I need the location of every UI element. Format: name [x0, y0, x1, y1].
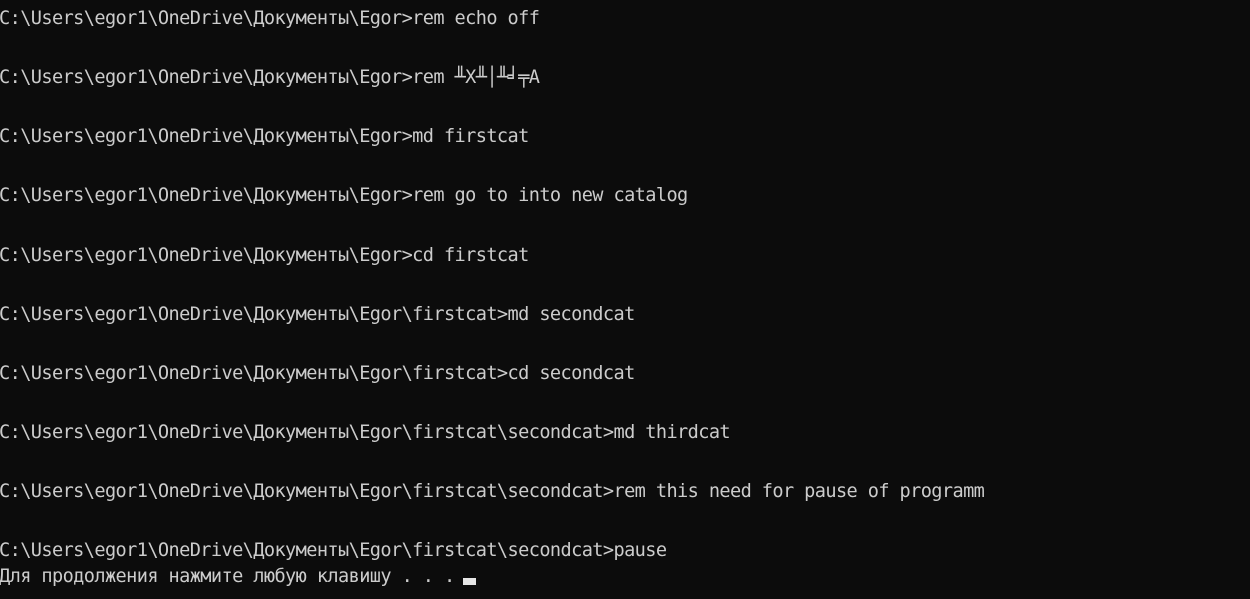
text-cursor [462, 578, 476, 585]
console-line: C:\Users\egor1\OneDrive\Документы\Egor\f… [0, 363, 635, 384]
console-line: C:\Users\egor1\OneDrive\Документы\Egor>r… [0, 8, 540, 29]
console-line: C:\Users\egor1\OneDrive\Документы\Egor\f… [0, 540, 667, 561]
console-line: C:\Users\egor1\OneDrive\Документы\Egor>c… [0, 245, 529, 266]
console-line: C:\Users\egor1\OneDrive\Документы\Egor\f… [0, 481, 985, 502]
console-line: C:\Users\egor1\OneDrive\Документы\Egor>r… [0, 67, 540, 88]
pause-message-line: Для продолжения нажмите любую клавишу . … [0, 566, 476, 588]
console-line: C:\Users\egor1\OneDrive\Документы\Egor>m… [0, 126, 529, 147]
console-line: C:\Users\egor1\OneDrive\Документы\Egor\f… [0, 304, 635, 325]
console-window[interactable]: C:\Users\egor1\OneDrive\Документы\Egor>r… [0, 0, 1250, 599]
pause-message: Для продолжения нажмите любую клавишу . … [0, 566, 455, 587]
console-line: C:\Users\egor1\OneDrive\Документы\Egor\f… [0, 422, 731, 443]
console-line: C:\Users\egor1\OneDrive\Документы\Egor>r… [0, 185, 688, 206]
